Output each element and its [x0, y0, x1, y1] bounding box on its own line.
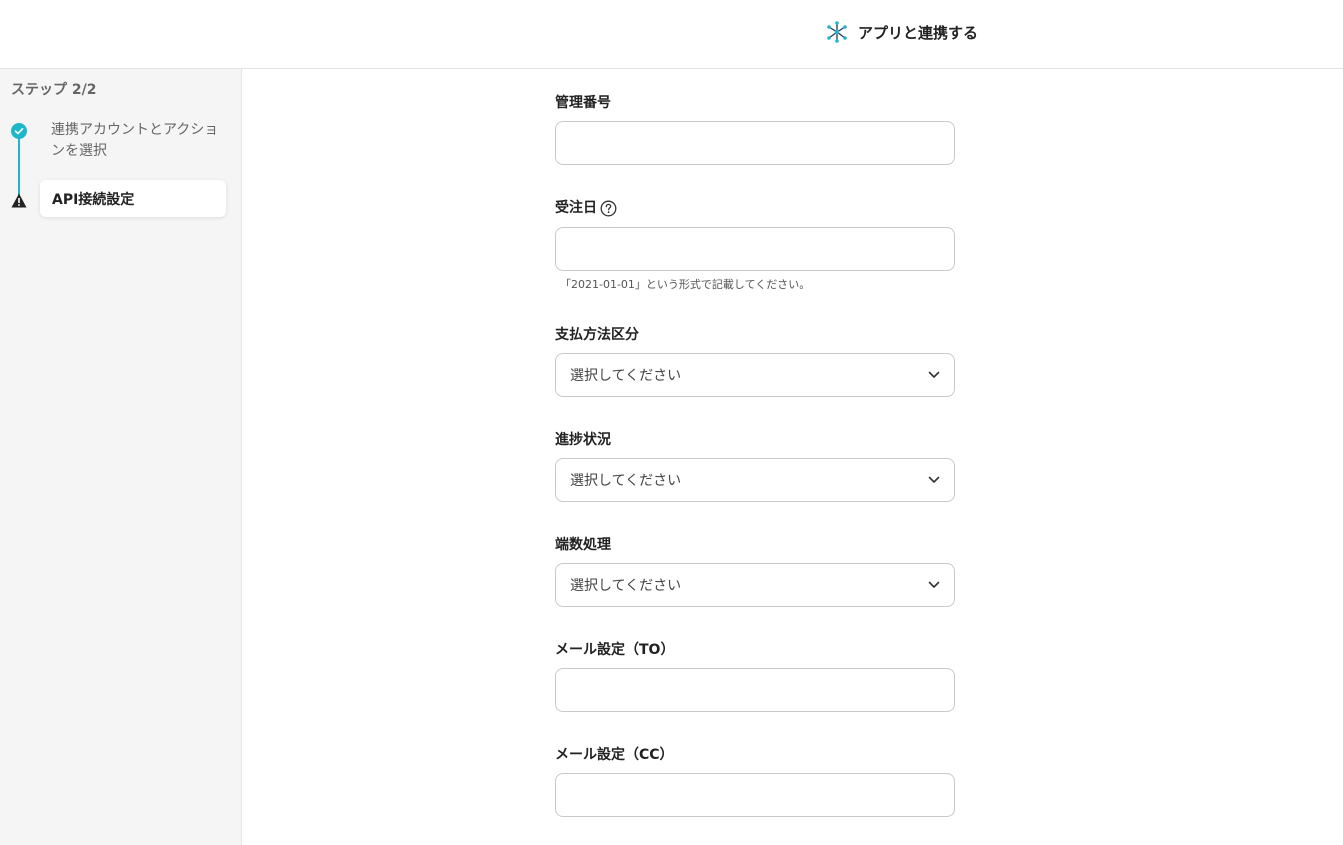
- step-item-api-settings[interactable]: API接続設定: [40, 180, 226, 217]
- progress-status-select[interactable]: 選択してください: [555, 458, 955, 502]
- field-label-text: 支払方法区分: [555, 327, 639, 343]
- field-label-mail-cc: メール設定（CC）: [555, 746, 674, 764]
- check-circle-icon: [11, 123, 27, 139]
- mail-cc-input[interactable]: [555, 773, 955, 817]
- field-label-text: 管理番号: [555, 95, 611, 111]
- select-placeholder: 選択してください: [570, 368, 682, 384]
- field-label-mail-to: メール設定（TO）: [555, 641, 674, 659]
- field-label-order-date: 受注日: [555, 199, 617, 217]
- field-label-text: 端数処理: [555, 537, 611, 553]
- field-label-progress-status: 進捗状況: [555, 431, 611, 449]
- step-connector: [18, 139, 20, 195]
- field-label-payment-method: 支払方法区分: [555, 326, 639, 344]
- field-label-text: メール設定（CC）: [555, 747, 674, 763]
- select-placeholder: 選択してください: [570, 578, 682, 594]
- network-icon: [827, 21, 847, 43]
- management-number-input[interactable]: [555, 121, 955, 165]
- order-date-hint: 「2021-01-01」という形式で記載してください。: [560, 278, 811, 291]
- payment-method-select[interactable]: 選択してください: [555, 353, 955, 397]
- field-label-management-number: 管理番号: [555, 94, 611, 112]
- chevron-down-icon: [928, 581, 940, 588]
- field-label-text: メール設定（TO）: [555, 642, 675, 658]
- steps-sidebar: ステップ 2/2 連携アカウントとアクションを選択 API接続設定: [0, 69, 242, 845]
- warning-icon: [11, 193, 27, 208]
- question-circle-icon[interactable]: [600, 200, 617, 217]
- step-counter: ステップ 2/2: [11, 82, 97, 98]
- step-item-account-action[interactable]: 連携アカウントとアクションを選択: [51, 120, 221, 162]
- rounding-select[interactable]: 選択してください: [555, 563, 955, 607]
- top-header: アプリと連携する: [0, 0, 1343, 69]
- field-label-rounding: 端数処理: [555, 536, 611, 554]
- chevron-down-icon: [928, 371, 940, 378]
- mail-to-input[interactable]: [555, 668, 955, 712]
- order-date-input[interactable]: [555, 227, 955, 271]
- field-label-text: 進捗状況: [555, 432, 611, 448]
- page-title: アプリと連携する: [858, 23, 979, 42]
- chevron-down-icon: [928, 476, 940, 483]
- field-label-text: 受注日: [555, 200, 597, 216]
- header-title-group: アプリと連携する: [826, 20, 978, 44]
- select-placeholder: 選択してください: [570, 473, 682, 489]
